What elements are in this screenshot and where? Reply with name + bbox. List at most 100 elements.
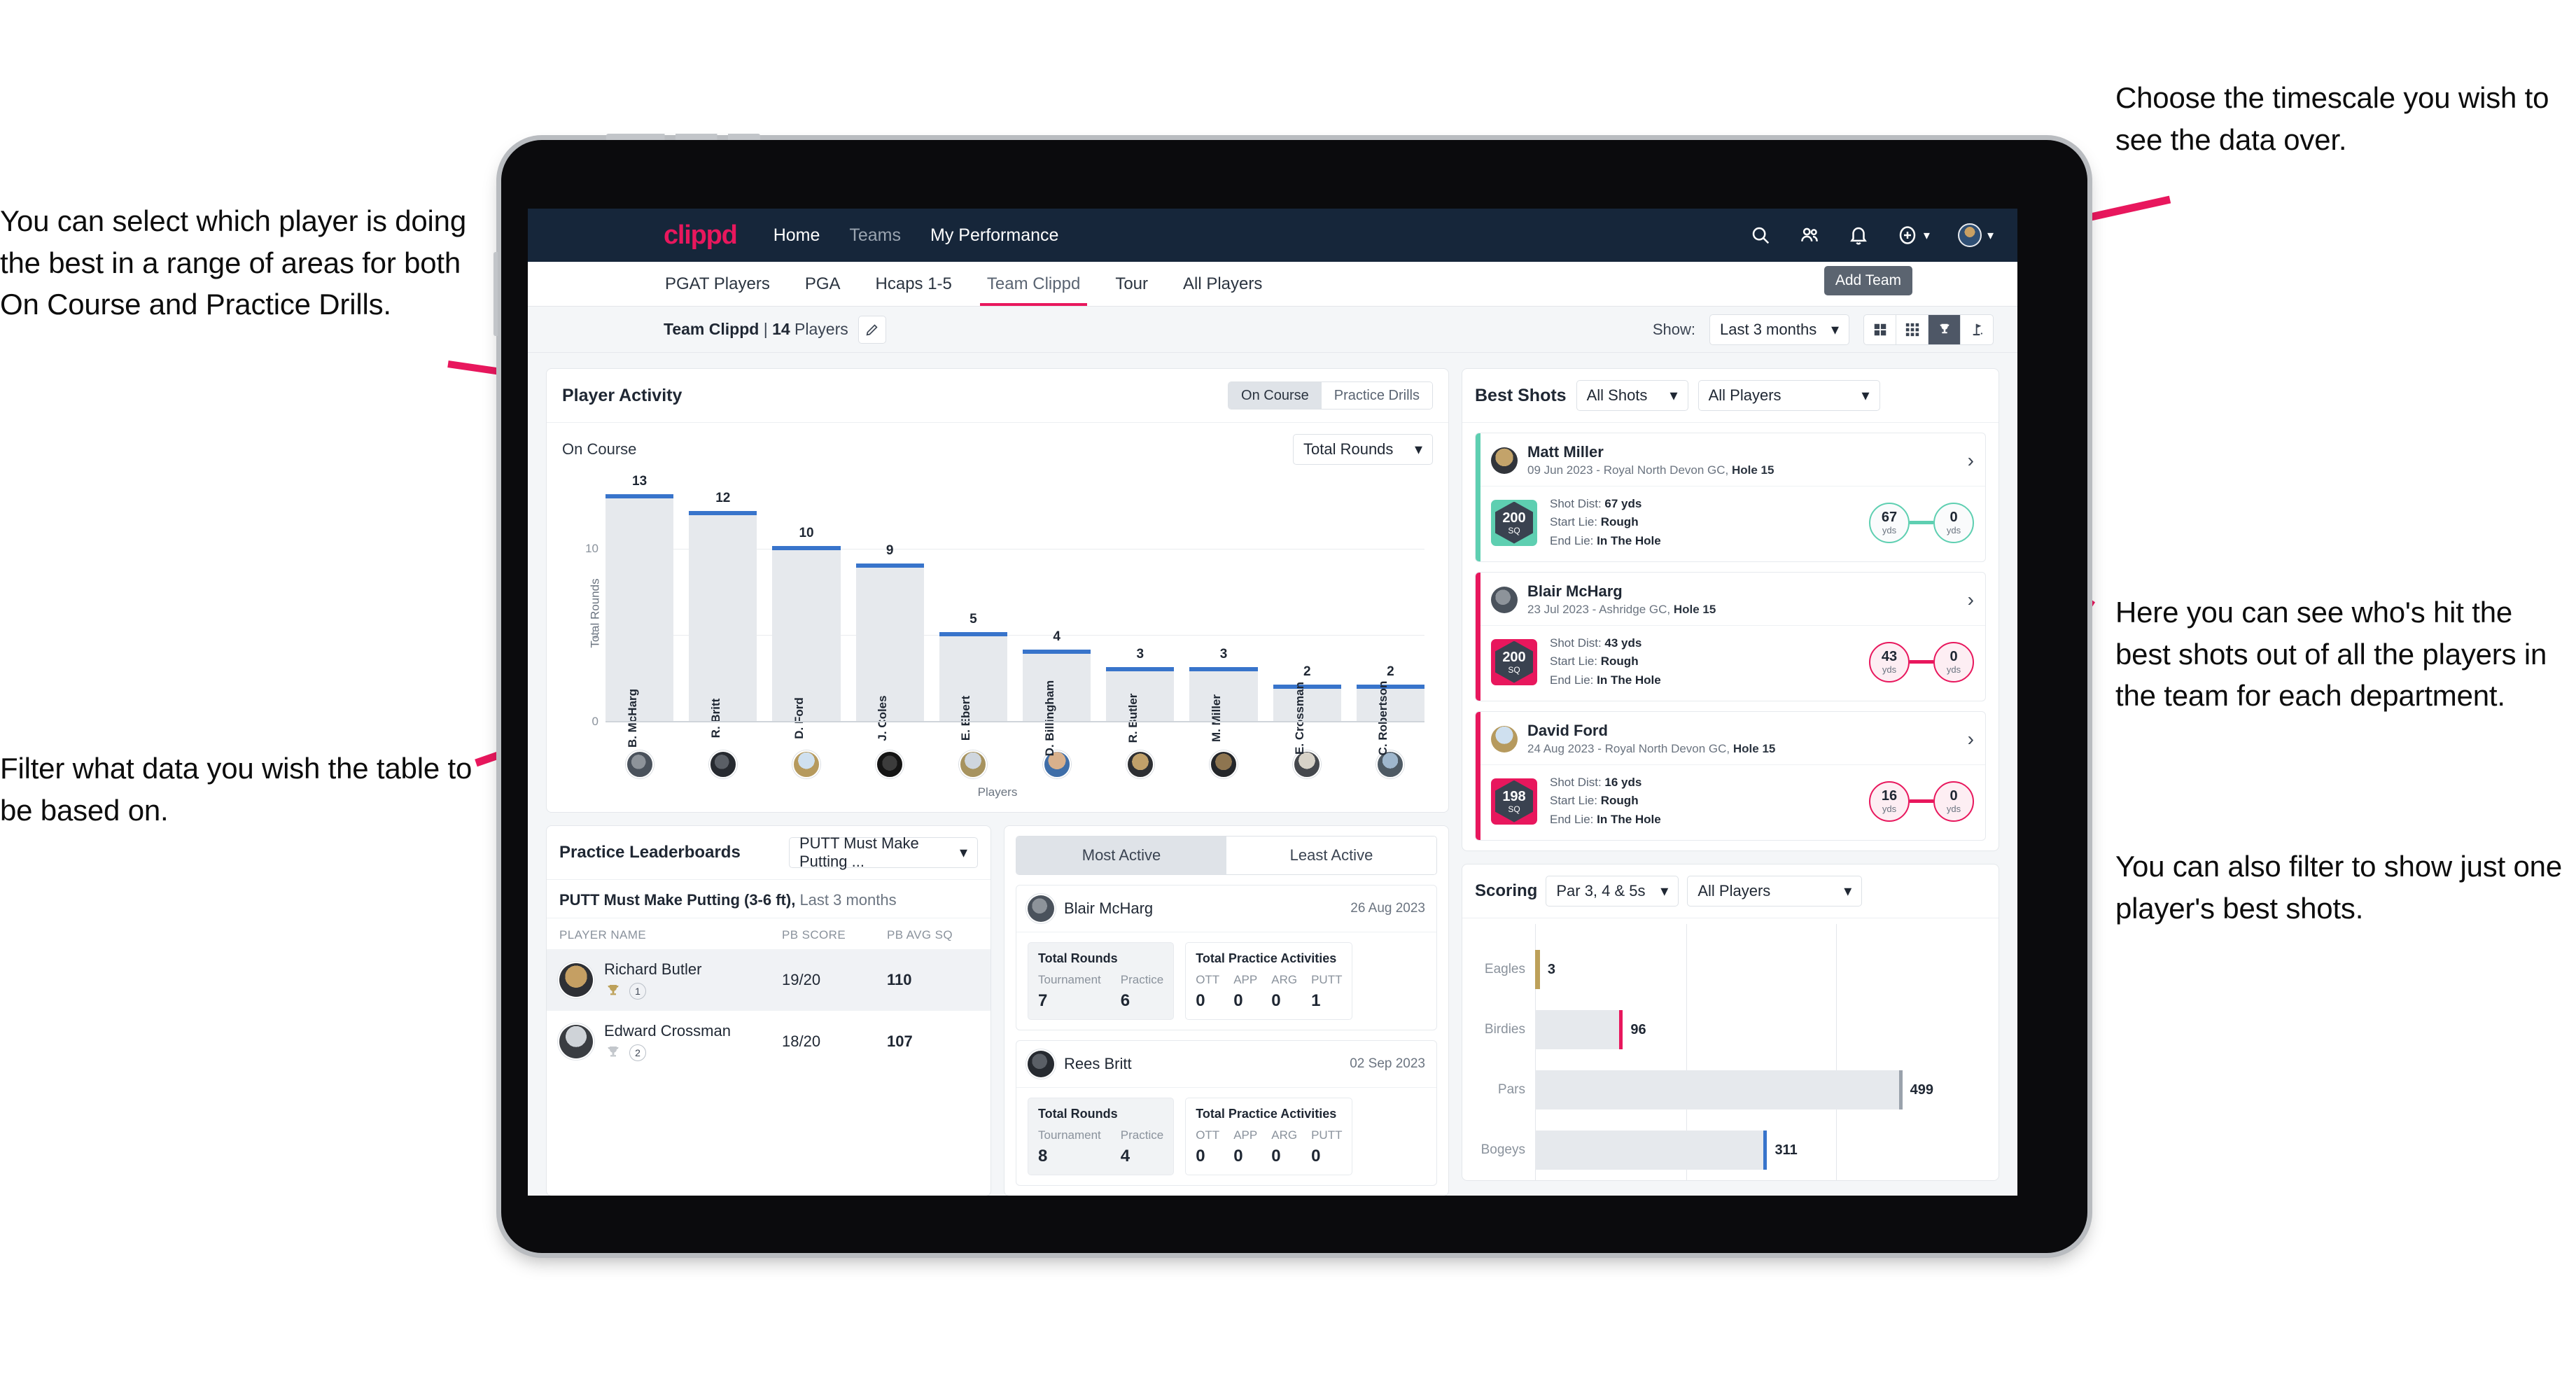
best-shot-card[interactable]: Matt Miller 09 Jun 2023 - Royal North De… [1475, 433, 1986, 563]
chevron-down-icon[interactable]: ▾ [1987, 228, 1994, 243]
practice-activities-title: Total Practice Activities [1196, 951, 1337, 965]
start-lie-label: Start Lie: [1550, 654, 1601, 668]
scoring-value: 311 [1774, 1142, 1798, 1158]
avatar[interactable] [708, 750, 737, 778]
activity-player-card[interactable]: Rees Britt 02 Sep 2023 Total Rounds Tour… [1016, 1040, 1437, 1186]
chevron-down-icon[interactable]: ▾ [1924, 228, 1930, 243]
avatar[interactable] [1293, 750, 1322, 778]
tab-pgat-players[interactable]: PGAT Players [664, 263, 771, 305]
avatar[interactable] [1210, 750, 1238, 778]
people-icon[interactable] [1799, 225, 1820, 246]
shot-details: Shot Dist: 16 yds Start Lie: Rough End L… [1550, 774, 1661, 829]
scoring-chart: Eagles 3 Birdies 96 Pars 499 Bogeys 311 [1462, 918, 1998, 1181]
shot-dist-value: 67 yds [1604, 497, 1642, 510]
view-grid-large-button[interactable] [1864, 314, 1896, 344]
edit-team-button[interactable] [858, 315, 886, 344]
bar-column[interactable]: 5 E. Ebert [939, 480, 1008, 741]
nav-teams[interactable]: Teams [849, 225, 901, 246]
tab-pga[interactable]: PGA [804, 263, 842, 305]
end-lie-value: In The Hole [1597, 533, 1661, 547]
chevron-right-icon[interactable]: › [1968, 589, 1974, 610]
best-shots-player-select[interactable]: All Players ▾ [1698, 380, 1880, 411]
bar-column[interactable]: 2 E. Crossman [1273, 480, 1341, 755]
shot-distance-diagram: 16 yds 0 yds [1869, 780, 1974, 822]
scoring-title: Scoring [1475, 881, 1538, 901]
shot-dist-label: Shot Dist: [1550, 636, 1605, 650]
tab-all-players[interactable]: All Players [1182, 263, 1264, 305]
avatar[interactable] [625, 750, 654, 778]
pb-avg-sq: 107 [887, 1032, 913, 1050]
bar-column[interactable]: 12 R. Britt [689, 480, 757, 738]
avatar [1491, 447, 1518, 474]
tab-team-clippd[interactable]: Team Clippd [979, 263, 1088, 306]
bar-column[interactable]: 3 M. Miller [1189, 480, 1258, 742]
segment-on-course[interactable]: On Course [1228, 382, 1322, 409]
table-row[interactable]: Edward Crossman 2 18/20 107 [547, 1011, 990, 1072]
metric-select[interactable]: Total Rounds ▾ [1293, 434, 1433, 465]
avatar[interactable] [959, 750, 988, 778]
activity-player-card[interactable]: Blair McHarg 26 Aug 2023 Total Rounds To… [1016, 885, 1437, 1030]
bar-category: R. Butler [1126, 693, 1140, 743]
practice-activities-panel: Total Practice Activities OTT 0 APP 0 ARG 0… [1185, 942, 1353, 1020]
view-trophy-button[interactable] [1928, 314, 1961, 344]
tab-most-active[interactable]: Most Active [1016, 836, 1226, 874]
shot-dist-label: Shot Dist: [1550, 497, 1605, 510]
total-rounds-panel: Total Rounds Tournament 8 Practice 4 [1028, 1098, 1175, 1175]
bell-icon[interactable] [1848, 225, 1869, 246]
par-select[interactable]: Par 3, 4 & 5s ▾ [1546, 876, 1679, 907]
search-icon[interactable] [1750, 225, 1771, 246]
avatar [559, 1025, 593, 1058]
bar-column[interactable]: 9 J. Coles [855, 480, 924, 741]
timescale-value: Last 3 months [1720, 320, 1817, 338]
bar-value: 2 [1387, 664, 1394, 679]
rank-badge: 2 [604, 1044, 731, 1061]
bar-column[interactable]: 3 R. Butler [1106, 480, 1175, 743]
drill-select[interactable]: PUTT Must Make Putting ... ▾ [789, 834, 978, 870]
avatar[interactable] [792, 750, 820, 778]
chevron-down-icon: ▾ [1830, 320, 1839, 338]
team-separator: | [759, 320, 773, 338]
grid-small-icon [1905, 323, 1919, 336]
practice-leaderboards-header: Practice Leaderboards PUTT Must Make Put… [547, 826, 990, 880]
stat-value: 0 [1196, 991, 1205, 1010]
course-practice-toggle: On Course Practice Drills [1228, 382, 1433, 410]
nav-my-performance[interactable]: My Performance [930, 225, 1058, 246]
tab-hcaps-1-5[interactable]: Hcaps 1-5 [874, 263, 953, 305]
shot-meta: 23 Jul 2023 - Ashridge GC, Hole 15 [1527, 603, 1716, 617]
bar-column[interactable]: 2 C. Robertson [1356, 480, 1425, 755]
bar-category: C. Robertson [1376, 680, 1390, 756]
nav-home[interactable]: Home [774, 225, 820, 246]
table-row[interactable]: Richard Butler 1 19/20 110 [547, 949, 990, 1011]
avatar [1028, 1051, 1054, 1077]
end-unit: yds [1946, 525, 1961, 536]
tab-tour[interactable]: Tour [1114, 263, 1149, 305]
avatar[interactable] [1957, 223, 1982, 247]
timescale-select[interactable]: Last 3 months ▾ [1709, 314, 1849, 345]
plus-circle-icon[interactable] [1897, 225, 1918, 246]
view-flag-button[interactable] [1961, 315, 1993, 344]
bar-column[interactable]: 4 D. Billingham [1023, 480, 1091, 756]
scoring-player-select[interactable]: All Players ▾ [1687, 876, 1863, 907]
activity-card: Most Active Least Active Blair McHarg 26… [1004, 825, 1449, 1196]
best-shot-card[interactable]: David Ford 24 Aug 2023 - Royal North Dev… [1475, 711, 1986, 841]
stat-key: OTT [1196, 1128, 1220, 1142]
clippd-logo[interactable]: clippd [664, 220, 738, 251]
shot-type-select[interactable]: All Shots ▾ [1576, 380, 1688, 411]
team-label: Team Clippd | 14 Players [664, 320, 848, 339]
practice-leaderboards-title: Practice Leaderboards [559, 843, 741, 862]
best-shot-card[interactable]: Blair McHarg 23 Jul 2023 - Ashridge GC, … [1475, 572, 1986, 702]
practice-leaderboards-card: Practice Leaderboards PUTT Must Make Put… [546, 825, 991, 1196]
chevron-right-icon[interactable]: › [1968, 729, 1974, 749]
chevron-right-icon[interactable]: › [1968, 450, 1974, 470]
bar-column[interactable]: 13 B. McHarg [606, 474, 674, 748]
segment-practice-drills[interactable]: Practice Drills [1321, 382, 1432, 409]
avatar[interactable] [1126, 750, 1154, 778]
badge-unit: SQ [1508, 804, 1520, 814]
player-name: Blair McHarg [1064, 899, 1154, 917]
view-grid-small-button[interactable] [1896, 314, 1928, 344]
total-rounds-title: Total Rounds [1038, 951, 1118, 965]
bar-column[interactable]: 10 D. Ford [772, 480, 841, 739]
y-tick-5: 5 [592, 628, 598, 642]
tab-least-active[interactable]: Least Active [1226, 836, 1436, 874]
avatar[interactable] [876, 750, 904, 778]
